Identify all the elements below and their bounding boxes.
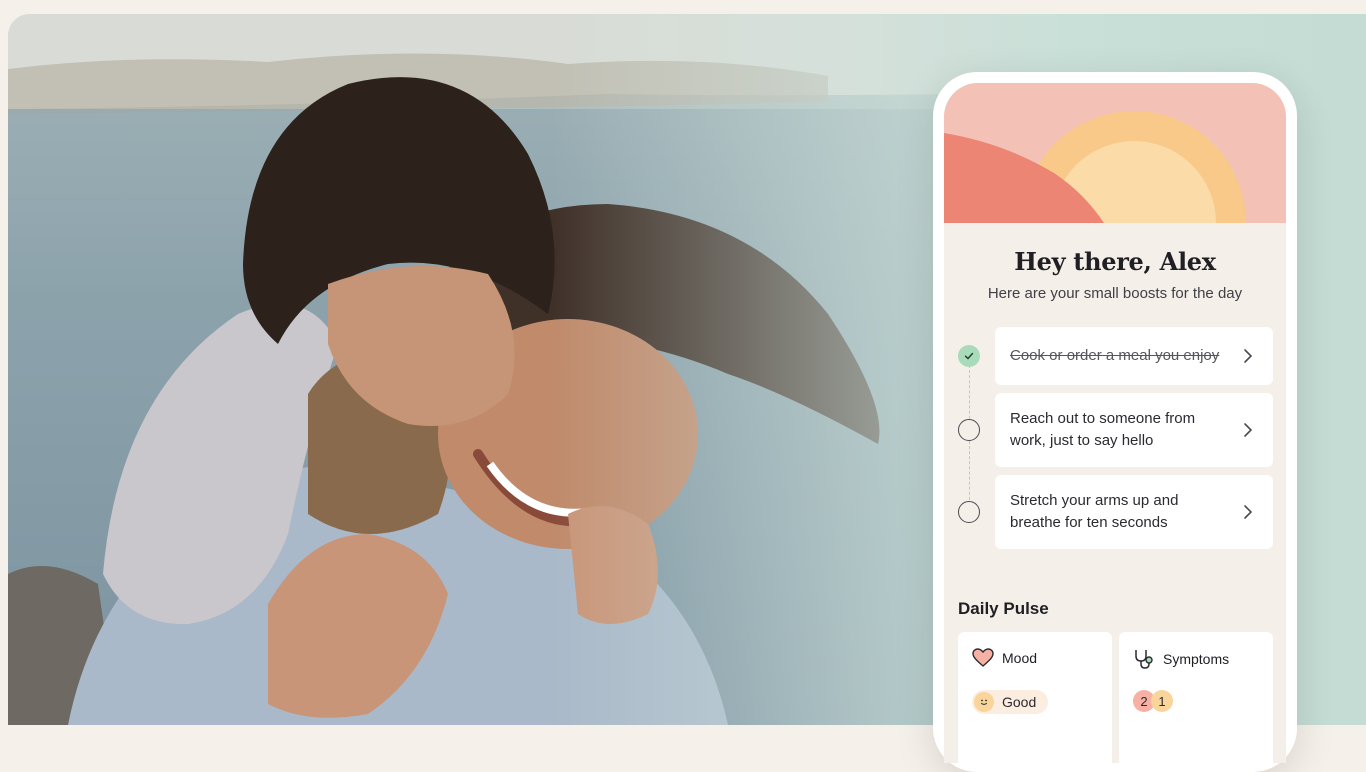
check-icon [964,352,974,360]
task-label: Stretch your arms up and breathe for ten… [1010,492,1179,531]
chevron-right-icon [1244,505,1253,519]
symptom-count-badges: 2 1 [1133,690,1173,712]
greeting-subtitle: Here are your small boosts for the day [987,285,1243,302]
symptoms-label: Symptoms [1163,651,1230,667]
mood-value-pill: Good [972,690,1049,714]
mood-card[interactable]: Mood Good [958,632,1112,763]
task-item[interactable]: Reach out to someone from work, just to … [995,393,1273,467]
phone-mockup: Hey there, Alex Here are your small boos… [933,72,1297,772]
phone-screen: Hey there, Alex Here are your small boos… [944,83,1286,763]
chevron-right-icon [1244,423,1253,437]
smiley-icon [974,692,994,712]
symptom-badge-mild: 1 [1151,690,1173,712]
mood-value: Good [1002,694,1037,710]
task-item[interactable]: Stretch your arms up and breathe for ten… [995,475,1273,549]
task-checkbox[interactable] [958,501,980,523]
sunrise-banner [944,83,1286,223]
heart-icon [972,648,994,667]
task-label: Cook or order a meal you enjoy [1010,347,1220,364]
greeting-title: Hey there, Alex [1014,247,1216,276]
task-complete-check[interactable] [958,345,980,367]
task-item[interactable]: Cook or order a meal you enjoy [995,327,1273,385]
stethoscope-icon [1135,650,1153,669]
daily-pulse-title: Daily Pulse [958,599,1049,618]
symptoms-card[interactable]: Symptoms 2 1 [1119,632,1273,763]
task-checkbox[interactable] [958,419,980,441]
task-label: Reach out to someone from work, just to … [1010,410,1196,449]
chevron-right-icon [1244,349,1253,363]
mood-label: Mood [1002,650,1038,666]
